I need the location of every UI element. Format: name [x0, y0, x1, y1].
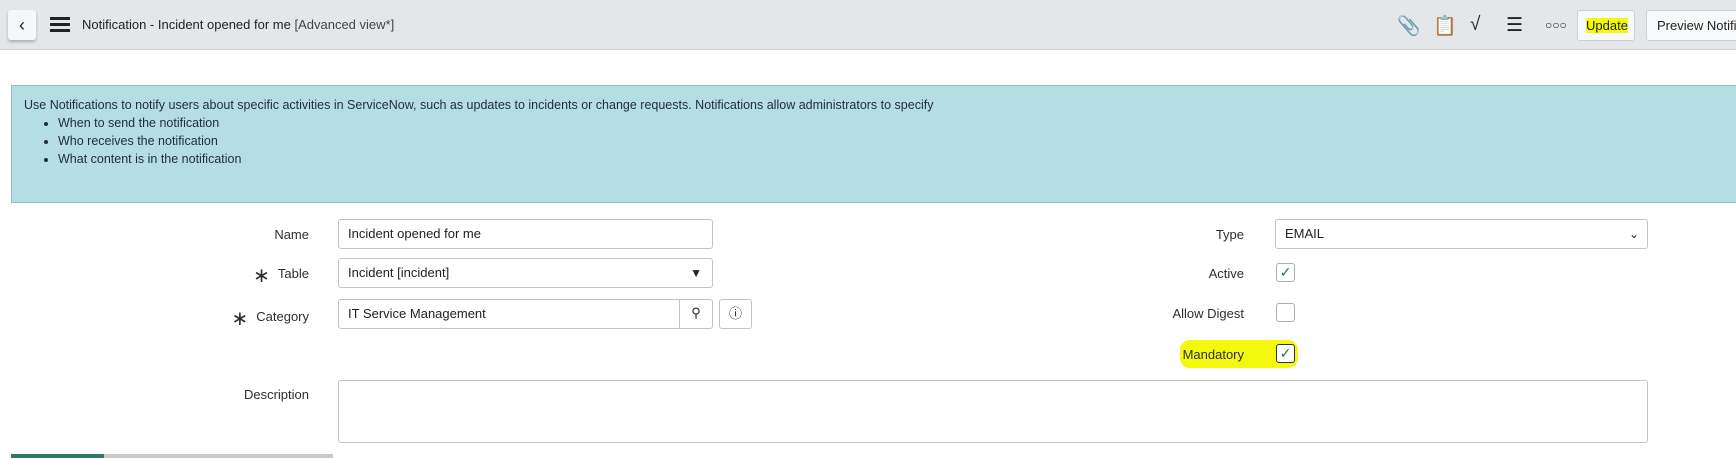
table-select[interactable]: Incident [incident] ▼: [338, 258, 713, 288]
allow-digest-checkbox[interactable]: [1276, 303, 1295, 322]
dropdown-arrow-icon: ▼: [690, 266, 702, 280]
page-title: Notification - Incident opened for me [A…: [82, 17, 394, 32]
category-input[interactable]: IT Service Management ⚲: [338, 299, 713, 329]
view-name: [Advanced view*]: [294, 17, 395, 32]
more-options-icon[interactable]: ○○○: [1545, 18, 1567, 32]
title-text: Notification - Incident opened for me: [82, 17, 291, 32]
form-header: ‹ Notification - Incident opened for me …: [0, 0, 1736, 50]
category-label-text: Category: [256, 309, 309, 324]
required-icon: ∗: [253, 265, 270, 287]
type-label: Type: [1215, 227, 1244, 242]
info-message: Use Notifications to notify users about …: [11, 85, 1736, 203]
section-tabs[interactable]: [11, 454, 333, 458]
allow-digest-label: Allow Digest: [1172, 306, 1244, 321]
mandatory-label: Mandatory: [1182, 347, 1244, 362]
check-icon: ✓: [1279, 264, 1292, 280]
settings-sliders-icon[interactable]: ☰: [1506, 14, 1523, 37]
table-label-text: Table: [277, 266, 309, 281]
paperclip-icon[interactable]: 📎: [1397, 14, 1421, 38]
type-select[interactable]: EMAIL ⌄: [1275, 219, 1648, 249]
mandatory-checkbox[interactable]: ✓: [1276, 344, 1295, 363]
activity-icon[interactable]: √: [1470, 14, 1480, 36]
info-bullet: Who receives the notification: [58, 132, 1736, 150]
name-label: Name: [274, 227, 309, 242]
hamburger-menu-icon[interactable]: [50, 17, 70, 33]
info-icon: ⓘ: [728, 306, 742, 321]
update-label: Update: [1586, 18, 1628, 33]
category-value: IT Service Management: [348, 306, 486, 321]
update-button[interactable]: Update: [1577, 10, 1635, 41]
active-label: Active: [1208, 266, 1244, 281]
active-tab-indicator: [11, 454, 104, 458]
category-label: ∗ Category: [109, 306, 309, 331]
search-icon[interactable]: ⚲: [679, 299, 712, 329]
type-value: EMAIL: [1285, 226, 1325, 241]
table-label: ∗ Table: [109, 263, 309, 288]
check-icon: ✓: [1279, 345, 1292, 361]
info-list: When to send the notification Who receiv…: [58, 114, 1736, 168]
info-bullet: When to send the notification: [58, 114, 1736, 132]
name-input[interactable]: Incident opened for me: [338, 219, 713, 249]
clipboard-icon[interactable]: 📋: [1433, 14, 1457, 38]
info-text: Use Notifications to notify users about …: [24, 98, 934, 112]
active-checkbox[interactable]: ✓: [1276, 263, 1295, 282]
description-label: Description: [243, 387, 309, 402]
table-value: Incident [incident]: [348, 265, 450, 280]
required-icon: ∗: [231, 308, 249, 330]
preview-notification-button[interactable]: Preview Notific: [1646, 10, 1736, 41]
info-button[interactable]: ⓘ: [719, 299, 752, 329]
back-button[interactable]: ‹: [8, 10, 36, 40]
chevron-down-icon: ⌄: [1628, 227, 1639, 241]
info-bullet: What content is in the notification: [58, 150, 1736, 168]
description-textarea[interactable]: [338, 380, 1648, 443]
